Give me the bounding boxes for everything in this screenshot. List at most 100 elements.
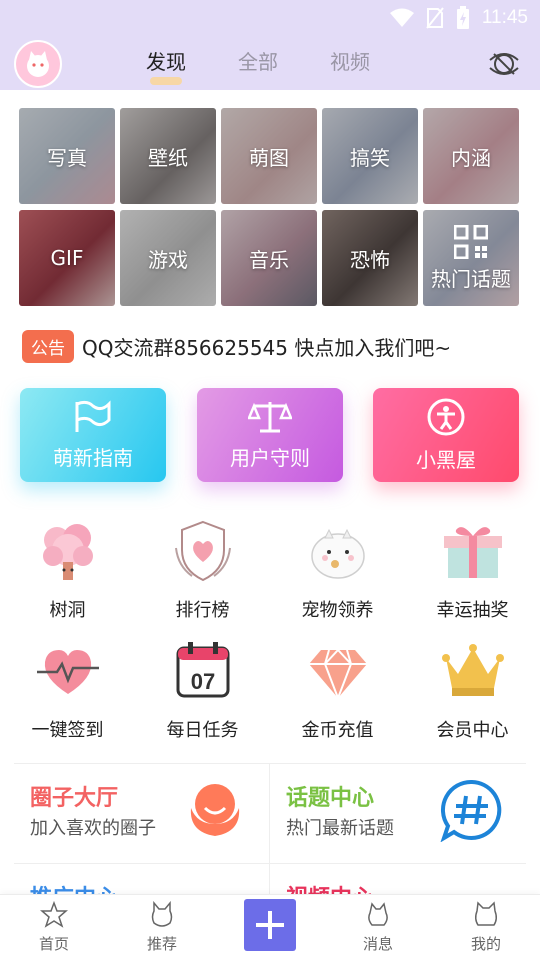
announcement-badge: 公告 [22, 329, 74, 363]
person-icon [427, 398, 465, 435]
category-tile[interactable]: 壁纸 [120, 108, 216, 204]
no-sim-icon [426, 7, 444, 29]
nav-profile[interactable]: 我的 [446, 901, 526, 954]
tab-discover[interactable]: 发现 [146, 46, 186, 85]
avatar[interactable] [14, 40, 62, 88]
nav-recommend[interactable]: 推荐 [122, 901, 202, 954]
battery-charging-icon [456, 6, 469, 29]
promo-icon [183, 878, 247, 894]
category-tile[interactable]: 游戏 [120, 210, 216, 306]
feature-label: 一键签到 [31, 720, 104, 741]
tab-all[interactable]: 全部 [238, 46, 278, 75]
feature-label: 金币充值 [301, 720, 374, 741]
category-label: 游戏 [148, 247, 188, 272]
announcement-text: QQ交流群856625545 快点加入我们吧~ [82, 335, 452, 360]
category-label: 恐怖 [350, 247, 390, 272]
diamond-icon [308, 648, 367, 699]
feature-vip-center[interactable]: 会员中心 [405, 632, 540, 752]
category-tile[interactable]: GIF [19, 210, 115, 306]
nav-label: 推荐 [146, 935, 177, 953]
scan-icon[interactable] [486, 46, 522, 82]
cat-avatar-icon [16, 42, 60, 86]
status-time: 11:45 [481, 7, 528, 28]
calendar-icon: 07 [176, 642, 229, 698]
plus-icon [256, 911, 284, 939]
tab-video[interactable]: 视频 [330, 46, 370, 75]
category-label: 热门话题 [431, 266, 511, 291]
hug-icon [190, 784, 240, 836]
user-rules-button[interactable]: 用户守则 [197, 388, 343, 482]
feature-lucky-draw[interactable]: 幸运抽奖 [405, 512, 540, 632]
feature-grid: 树洞 排行榜 宠物领养 幸运抽奖 一键签到 07 每日任务 金币充值 会员中心 [0, 512, 540, 752]
wifi-icon [389, 8, 414, 27]
topic-center-panel[interactable]: 话题中心 热门最新话题 [270, 764, 526, 864]
nav-label: 消息 [362, 935, 393, 953]
feature-pet-adoption[interactable]: 宠物领养 [270, 512, 405, 632]
heartbeat-icon [36, 650, 99, 694]
category-label: 音乐 [249, 247, 289, 272]
circle-hall-panel[interactable]: 圈子大厅 加入喜欢的圈子 [14, 764, 270, 864]
recommend-icon [151, 901, 173, 927]
video-icon [440, 878, 504, 894]
category-label: 壁纸 [148, 145, 188, 170]
nav-label: 首页 [38, 935, 69, 953]
category-tile[interactable]: 音乐 [221, 210, 317, 306]
category-tile[interactable]: 搞笑 [322, 108, 418, 204]
panel-title: 话题中心 [286, 786, 375, 811]
top-nav: 发现 全部 视频 [0, 36, 540, 90]
feature-coin-recharge[interactable]: 金币充值 [270, 632, 405, 752]
panel-grid: 圈子大厅 加入喜欢的圈子 话题中心 热门最新话题 推广中心 视频中心 [14, 763, 526, 894]
add-post-button[interactable] [244, 899, 296, 951]
profile-icon [474, 901, 498, 926]
shield-heart-icon [174, 520, 231, 582]
category-tile[interactable]: 萌图 [221, 108, 317, 204]
feature-check-in[interactable]: 一键签到 [0, 632, 135, 752]
home-icon [40, 901, 68, 928]
category-label: 萌图 [249, 145, 289, 170]
nav-label: 我的 [470, 935, 501, 953]
action-label: 小黑屋 [416, 447, 476, 472]
category-label: 内涵 [451, 145, 491, 170]
crown-icon [441, 644, 504, 696]
panel-subtitle: 热门最新话题 [286, 818, 394, 839]
video-center-panel[interactable]: 视频中心 [270, 864, 526, 894]
pet-icon [310, 528, 365, 579]
status-bar: 11:45 [0, 0, 540, 36]
category-label: GIF [50, 246, 84, 270]
feature-tree-hole[interactable]: 树洞 [0, 512, 135, 632]
newbie-guide-button[interactable]: 萌新指南 [20, 388, 166, 482]
status-icons: 11:45 [389, 6, 528, 30]
category-tile[interactable]: 写真 [19, 108, 115, 204]
feature-label: 树洞 [49, 600, 86, 621]
tree-icon [42, 524, 93, 580]
message-icon [368, 902, 388, 926]
nav-messages[interactable]: 消息 [338, 901, 418, 954]
category-grid: 写真 壁纸 萌图 搞笑 内涵 GIF 游戏 音乐 恐怖 热门话题 [19, 108, 522, 306]
blacklist-button[interactable]: 小黑屋 [373, 388, 519, 482]
hashtag-icon [440, 779, 502, 842]
qr-icon [454, 224, 488, 259]
action-cards: 萌新指南 用户守则 小黑屋 [20, 388, 520, 484]
action-label: 用户守则 [230, 445, 310, 470]
action-label: 萌新指南 [53, 445, 133, 470]
category-tile[interactable]: 热门话题 [423, 210, 519, 306]
tab-bar: 发现 全部 视频 [146, 46, 370, 85]
bottom-nav: 首页 推荐 消息 我的 [0, 894, 540, 960]
flag-icon [75, 399, 111, 432]
feature-label: 排行榜 [175, 600, 230, 621]
category-tile[interactable]: 恐怖 [322, 210, 418, 306]
feature-label: 会员中心 [436, 720, 509, 741]
panel-subtitle: 加入喜欢的圈子 [30, 818, 156, 839]
nav-home[interactable]: 首页 [14, 901, 94, 954]
feature-label: 幸运抽奖 [436, 600, 509, 621]
scales-icon [248, 401, 292, 432]
promotion-center-panel[interactable]: 推广中心 [14, 864, 270, 894]
category-tile[interactable]: 内涵 [423, 108, 519, 204]
feature-label: 宠物领养 [301, 600, 374, 621]
panel-title: 推广中心 [30, 880, 118, 894]
calendar-day: 07 [190, 669, 214, 694]
feature-daily-task[interactable]: 07 每日任务 [135, 632, 270, 752]
category-label: 写真 [47, 145, 87, 170]
announcement-bar[interactable]: 公告 QQ交流群856625545 快点加入我们吧~ [22, 328, 451, 364]
feature-ranking[interactable]: 排行榜 [135, 512, 270, 632]
